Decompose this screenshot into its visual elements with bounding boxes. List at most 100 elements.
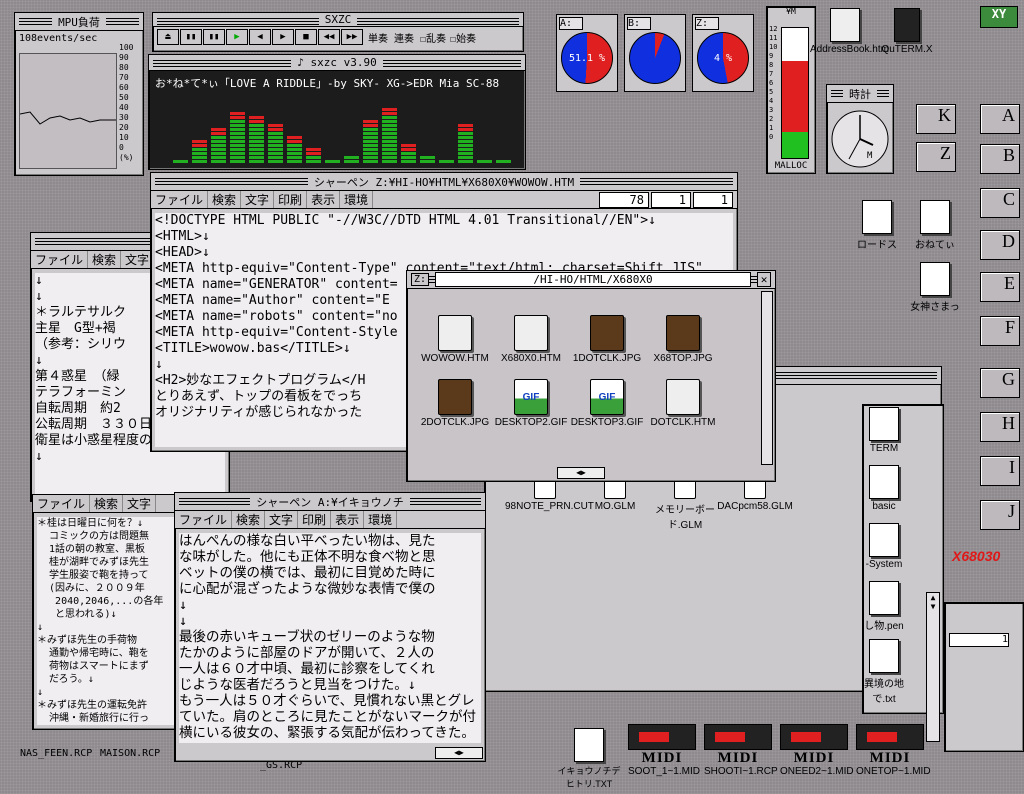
clock-window[interactable]: 時計 M [826, 84, 894, 174]
midi-file-icon[interactable]: MIDI ONETOP~1.MID [856, 724, 931, 777]
midi-file-icon[interactable]: MIDI SOOT_1~1.MID [628, 724, 700, 777]
file-icon[interactable]: X680X0.HTM [493, 315, 569, 364]
file-icon[interactable]: GIF DESKTOP2.GIF [493, 379, 569, 428]
folder-hscroll[interactable]: ◀▶ [557, 467, 605, 479]
file-icon[interactable]: 98NOTE_PRN.CUT [505, 477, 594, 512]
sticker-onetei[interactable]: おねてぃ [900, 200, 970, 251]
side-button-a[interactable]: A [980, 104, 1020, 134]
menu-item[interactable]: 検索 [208, 191, 242, 208]
side-button-b[interactable]: B [980, 144, 1020, 174]
drive-window[interactable]: B: [624, 14, 686, 92]
editor-main-title: シャーペン Z:¥HI-HO¥HTML¥X680X0¥WOWOW.HTM [307, 173, 581, 190]
addressbook-icon[interactable]: AddressBook.htm [810, 8, 889, 55]
mpu-load-window[interactable]: MPU負荷 108events/sec 100 90 80 70 60 50 40 30 20 1… [14, 12, 144, 176]
editor-bottom-window[interactable]: シャーペン A:¥イキョウノチ ファイル 検索 文字 印刷 表示 環境 はんぺんの様な白い… [174, 492, 486, 762]
side-button-k[interactable]: K [916, 104, 956, 134]
text-line: と思われる)↓ [37, 609, 117, 620]
file-icon[interactable]: X68TOP.JPG [645, 315, 721, 364]
rewind-button[interactable]: ◀◀ [318, 29, 340, 45]
bottom-doc-icon[interactable]: イキョウノチデヒトリ.TXT [554, 728, 624, 790]
file-icon[interactable]: 2DOTCLK.JPG [417, 379, 493, 428]
file-name: 異境の地で.txt [864, 679, 904, 705]
pause-button[interactable]: ▮▮ [203, 29, 225, 45]
right-file-icon[interactable]: し物.pen [863, 581, 909, 632]
play-button[interactable]: ▶ [226, 29, 248, 45]
forward-button[interactable]: ▶▶ [341, 29, 363, 45]
folder-vscroll[interactable] [761, 291, 773, 465]
file-icon[interactable]: DOTCLK.HTM [645, 379, 721, 428]
bottom-file-0[interactable]: NAS_FEEN.RCP [20, 748, 92, 759]
side-button-i[interactable]: I [980, 456, 1020, 486]
prev-button[interactable]: ◀ [249, 29, 271, 45]
text-line: ↓ [37, 622, 44, 633]
menu-item[interactable]: 検索 [90, 495, 124, 512]
right-file-icon[interactable]: TERM [863, 407, 909, 454]
text-line: じような医者だろうと見当をつけた。↓ [179, 677, 416, 693]
side-scroll-window[interactable]: 1 [944, 602, 1024, 752]
continuous-mode[interactable]: 連奏 [394, 30, 414, 45]
malloc-scale-label: 7 [769, 70, 774, 78]
drive-window[interactable]: A: 51.1 % [556, 14, 618, 92]
right-file-icon[interactable]: 異境の地で.txt [863, 639, 909, 705]
menu-item[interactable]: 検索 [232, 511, 266, 528]
menu-item[interactable]: 文字 [241, 191, 275, 208]
editor-small-text[interactable]: ＊桂は日曜日に何を？↓ コミックの方は問題無 1話の朝の教室、黒板 桂が湖畔でみ… [37, 517, 177, 725]
side-button-f[interactable]: F [980, 316, 1020, 346]
menu-item[interactable]: 文字 [265, 511, 299, 528]
spectrum-bar [382, 132, 397, 135]
folder-close-icon[interactable]: ✕ [757, 272, 771, 287]
editor-bottom-text[interactable]: はんぺんの様な白い平べったい物は、見た な味がした。他にも正体不明な食べ物と思 ベッ… [179, 533, 481, 743]
menu-item[interactable]: 印刷 [274, 191, 308, 208]
side-button-e[interactable]: E [980, 272, 1020, 302]
menu-item[interactable]: 文字 [123, 495, 157, 512]
shuffle-checkbox[interactable]: ☐乱奏 [420, 30, 446, 45]
eject-button[interactable]: ⏏ [157, 29, 179, 45]
sticker-megami[interactable]: 女神さまっ [900, 262, 970, 313]
right-file-icon[interactable]: -System [863, 523, 909, 570]
malloc-window[interactable]: ¥M 12 11 10 9 8 7 6 5 4 3 2 1 0 MALLOC [766, 6, 816, 174]
menu-item[interactable]: ファイル [31, 251, 89, 268]
file-icon[interactable]: MO.GLM [575, 477, 655, 512]
midi-file-icon[interactable]: MIDI ONEED2~1.MID [780, 724, 854, 777]
drive-window[interactable]: Z: 4 % [692, 14, 754, 92]
img-icon [438, 379, 472, 415]
file-icon[interactable]: GIF DESKTOP3.GIF [569, 379, 645, 428]
folder-window[interactable]: Z: /HI-HO/HTML/X680X0 ✕ WOWOW.HTM X680X0.… [406, 270, 776, 482]
menu-item[interactable]: 表示 [307, 191, 341, 208]
side-button-z[interactable]: Z [916, 142, 956, 172]
side-button-h[interactable]: H [980, 412, 1020, 442]
menu-item[interactable]: 印刷 [298, 511, 332, 528]
side-vscroll[interactable]: ▲ ▼ [926, 592, 940, 742]
next-button[interactable]: ▶ [272, 29, 294, 45]
side-button-d[interactable]: D [980, 230, 1020, 260]
menu-item[interactable]: ファイル [33, 495, 91, 512]
menu-item[interactable]: 表示 [331, 511, 365, 528]
file-icon[interactable]: メモリーボード.GLM [645, 477, 725, 531]
side-button-c[interactable]: C [980, 188, 1020, 218]
side-button-g[interactable]: G [980, 368, 1020, 398]
editor-small-window[interactable]: ファイル 検索 文字 ＊桂は日曜日に何を？↓ コミックの方は問題無 1話の朝の教室、… [32, 494, 182, 730]
right-file-icon[interactable]: basic [863, 465, 909, 512]
quterm-icon[interactable]: QuTERM.X [872, 8, 942, 55]
bottom-file-1[interactable]: MAISON.RCP [100, 748, 160, 759]
menu-item[interactable]: 環境 [364, 511, 398, 528]
menu-item[interactable]: 検索 [88, 251, 122, 268]
file-icon[interactable]: WOWOW.HTM [417, 315, 493, 364]
start-checkbox[interactable]: ☐始奏 [450, 30, 476, 45]
system-top-icon[interactable]: XY [980, 6, 1018, 28]
file-icon[interactable]: DACpcm58.GLM [715, 477, 795, 512]
sxzc-display-window[interactable]: ♪ sxzc v3.90 お*ね*て*ぃ「LOVE A RIDDLE」-by S… [148, 54, 526, 170]
bottom-file-2[interactable]: _GS.RCP [260, 760, 302, 771]
sxzc-player-window[interactable]: SXZC ⏏ ▮▮ ▮▮ ▶ ◀ ▶ ■ ◀◀ ▶▶ 単奏 連奏 ☐乱奏 ☐始奏 [152, 12, 524, 52]
file-icon[interactable]: 1DOTCLK.JPG [569, 315, 645, 364]
list-button[interactable]: ▮▮ [180, 29, 202, 45]
spectrum-bar [382, 152, 397, 155]
text-line: 桂が湖畔でみずほ先生 [37, 557, 150, 568]
stop-button[interactable]: ■ [295, 29, 317, 45]
single-mode[interactable]: 単奏 [368, 30, 388, 45]
midi-file-icon[interactable]: MIDI SHOOTI~1.RCP [704, 724, 778, 777]
menu-item[interactable]: ファイル [175, 511, 233, 528]
side-button-j[interactable]: J [980, 500, 1020, 530]
menu-item[interactable]: ファイル [151, 191, 209, 208]
menu-item[interactable]: 環境 [340, 191, 374, 208]
